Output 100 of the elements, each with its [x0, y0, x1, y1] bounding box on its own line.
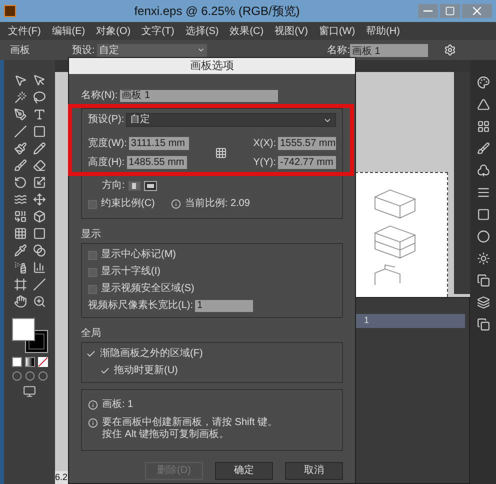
brush-icon[interactable] — [476, 142, 490, 155]
rectangle-tool-icon[interactable] — [32, 125, 46, 138]
checkbox-label: 约束比例(C) — [101, 198, 155, 210]
menu-item[interactable]: 文件(F) — [8, 24, 41, 38]
artboard-options-icon[interactable] — [444, 44, 456, 56]
menu-item[interactable]: 窗口(W) — [318, 24, 356, 38]
mesh-tool-icon[interactable] — [14, 227, 26, 240]
paintbrush-tool-icon[interactable] — [14, 142, 26, 155]
checkbox[interactable] — [88, 200, 97, 208]
swatches-icon[interactable] — [476, 120, 490, 133]
selection-tool-icon[interactable] — [14, 74, 26, 87]
info-icon — [88, 400, 98, 410]
value-field[interactable]: 1485.55 mm — [126, 156, 187, 169]
checkmark-icon[interactable] — [100, 366, 110, 376]
info-icon — [170, 199, 181, 209]
checkbox-label: 显示中心标记(M) — [101, 249, 176, 261]
rotate-tool-icon[interactable] — [14, 176, 26, 189]
eraser-tool-icon[interactable] — [32, 159, 46, 172]
checkbox[interactable] — [88, 268, 97, 276]
perspective-tool-icon[interactable] — [32, 210, 46, 223]
field-label: 宽度(W): — [88, 138, 127, 150]
appearance-icon[interactable] — [476, 252, 490, 265]
checkbox[interactable] — [88, 250, 97, 260]
artboard-tool-icon[interactable] — [14, 278, 26, 291]
name-field[interactable]: 画板 1 — [350, 44, 428, 56]
graph-tool-icon[interactable] — [32, 261, 46, 274]
checkbox-label: 显示视频安全区域(S) — [101, 283, 194, 295]
value-field[interactable]: 3111.15 mm — [128, 137, 189, 150]
menu-item[interactable]: 视图(V) — [274, 24, 308, 38]
orientation-label: 方向: — [102, 180, 125, 192]
pen-tool-icon[interactable] — [14, 108, 26, 121]
field-label: X(X): — [253, 138, 276, 150]
checkbox[interactable] — [88, 284, 97, 294]
dialog-button[interactable]: 确定 — [215, 462, 273, 480]
checkmark-icon[interactable] — [86, 349, 96, 359]
current-ratio: 当前比例: 2.09 — [184, 198, 250, 210]
scale-tool-icon[interactable] — [32, 176, 46, 189]
screen-mode-icon[interactable] — [23, 385, 36, 398]
blob-brush-tool-icon[interactable] — [14, 159, 26, 172]
section-title: 显示 — [81, 229, 102, 241]
free-transform-tool-icon[interactable] — [32, 193, 46, 206]
menu-item[interactable]: 文字(T) — [142, 24, 174, 38]
preset-label: 预设(P): — [88, 114, 124, 126]
name-label: 名称: — [327, 44, 350, 58]
value-field[interactable]: 1555.57 mm — [278, 137, 336, 150]
landscape-button[interactable] — [144, 181, 157, 191]
info-text: 画板: 1 — [102, 399, 134, 411]
direct-selection-tool-icon[interactable] — [32, 74, 46, 87]
field-label: Y(Y): — [253, 156, 276, 168]
fill-stroke-swatches-drawing[interactable] — [12, 318, 48, 353]
shape-builder-tool-icon[interactable] — [14, 210, 26, 223]
panel-label: 画板 — [10, 44, 31, 58]
name-label: 名称(N): — [81, 90, 118, 102]
app-icon — [4, 5, 16, 17]
dialog-button[interactable]: 取消 — [285, 462, 343, 480]
ruler-ratio-label: 视频标尺像素长宽比(L): — [88, 300, 193, 312]
palette-icon[interactable] — [476, 76, 490, 89]
none-icon[interactable] — [38, 357, 48, 367]
checkbox-label: 拖动时更新(U) — [114, 365, 178, 377]
info-text: 要在画板中创建新画板，请按 Shift 键。 — [102, 417, 278, 428]
menu-item[interactable]: 编辑(E) — [52, 24, 86, 38]
info-icon — [88, 418, 98, 428]
menu-item[interactable]: 帮助(H) — [366, 24, 400, 38]
pencil-tool-icon[interactable] — [32, 142, 46, 155]
window-title: fenxi.eps @ 6.25% (RGB/预览) — [133, 3, 301, 20]
dialog-title: 画板选项 — [190, 60, 234, 72]
magic-wand-tool-icon[interactable] — [14, 91, 26, 104]
hand-tool-icon[interactable] — [14, 295, 26, 308]
close-icon[interactable] — [462, 4, 492, 18]
menu-item[interactable]: 选择(S) — [185, 24, 219, 38]
field-label: 高度(H): — [88, 156, 125, 168]
lasso-tool-icon[interactable] — [32, 91, 46, 104]
club-icon[interactable] — [476, 164, 490, 177]
checkbox-label: 渐隐画板之外的区域(F) — [100, 348, 203, 360]
symbol-sprayer-tool-icon[interactable] — [14, 261, 26, 274]
checkbox-label: 显示十字线(I) — [101, 266, 160, 278]
value-field[interactable]: -742.77 mm — [278, 156, 336, 169]
reference-point-icon[interactable] — [215, 147, 228, 159]
color-icon[interactable] — [12, 357, 22, 367]
layers-icon[interactable] — [476, 296, 490, 309]
type-tool-icon[interactable] — [32, 108, 46, 121]
warp-tool-icon[interactable] — [14, 193, 26, 206]
menu-item[interactable]: 对象(O) — [96, 24, 131, 38]
eyedropper-tool-icon[interactable] — [14, 244, 26, 257]
preset-dropdown[interactable]: 自定 — [126, 113, 336, 127]
info-text: 按住 Alt 键拖动可复制画板。 — [102, 429, 230, 441]
triangle-icon[interactable] — [476, 98, 490, 111]
maximize-icon[interactable] — [440, 4, 460, 18]
blend-tool-icon[interactable] — [32, 244, 46, 257]
preset-dropdown[interactable]: 自定 — [96, 44, 207, 56]
menu-item[interactable]: 效果(C) — [230, 24, 264, 38]
line-tool-icon[interactable] — [14, 125, 26, 138]
zoom-level: 6.2 — [55, 470, 68, 484]
minimize-icon[interactable] — [418, 4, 438, 18]
zoom-tool-icon[interactable] — [32, 295, 46, 308]
stroke-icon[interactable] — [476, 186, 490, 199]
section-title: 全局 — [81, 328, 102, 340]
name-field[interactable]: 画板 1 — [120, 90, 278, 102]
portrait-button[interactable] — [128, 181, 141, 191]
ruler-ratio-field[interactable]: 1 — [195, 300, 253, 312]
